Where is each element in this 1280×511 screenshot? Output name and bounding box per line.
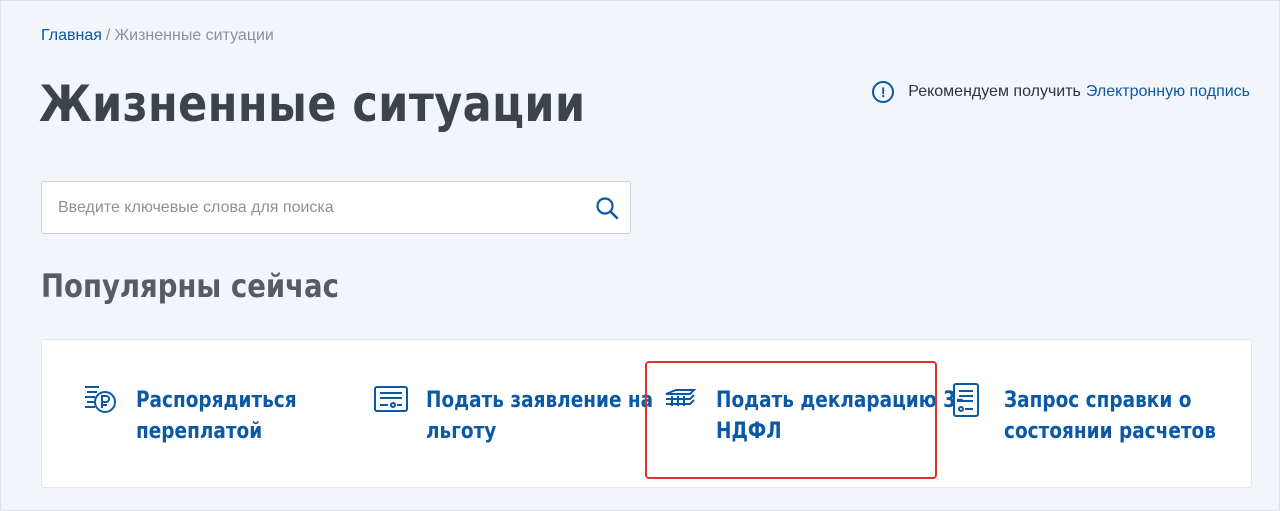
declaration-icon	[665, 389, 697, 406]
recommend-text: Рекомендуем получить	[908, 83, 1081, 100]
breadcrumb-home-link[interactable]: Главная	[41, 27, 102, 44]
electronic-signature-link[interactable]: Электронную подпись	[1086, 83, 1250, 101]
breadcrumb-separator: /	[105, 27, 111, 44]
info-icon: !	[872, 81, 895, 103]
card-label-line: НДФЛ	[716, 419, 782, 444]
card-label-line: Подать декларацию 3-	[716, 388, 964, 413]
search-box	[41, 181, 631, 234]
card-settlement-statement-label: Запрос справки о состоянии расчетов	[1004, 385, 1216, 447]
card-declaration-3ndfl[interactable]: Подать декларацию 3- НДФЛ	[662, 340, 964, 487]
card-label-line: льготу	[426, 419, 497, 444]
search-icon	[596, 196, 619, 219]
card-overpayment-label: Распорядиться переплатой	[136, 385, 297, 447]
card-label-line: Запрос справки о	[1004, 388, 1192, 413]
ruble-coins-icon	[85, 386, 116, 413]
card-label-line: Подать заявление на	[426, 388, 654, 413]
document-list-icon	[953, 383, 979, 417]
card-label-line: переплатой	[136, 419, 263, 444]
page-title: Жизненные ситуации	[39, 75, 586, 133]
application-form-icon	[374, 386, 408, 412]
card-overpayment[interactable]: Распорядиться переплатой	[82, 340, 362, 487]
card-label-line: состоянии расчетов	[1004, 419, 1216, 444]
breadcrumb-current: Жизненные ситуации	[114, 27, 274, 44]
recommend-notice: ! Рекомендуем получить Электронную подпи…	[872, 81, 1250, 103]
card-benefit-application[interactable]: Подать заявление на льготу	[372, 340, 662, 487]
card-benefit-application-label: Подать заявление на льготу	[426, 385, 653, 447]
popular-section-title: Популярны сейчас	[41, 267, 339, 305]
card-declaration-label: Подать декларацию 3- НДФЛ	[716, 385, 964, 447]
search-button[interactable]	[584, 182, 630, 233]
search-input[interactable]	[42, 182, 584, 233]
card-settlement-statement[interactable]: Запрос справки о состоянии расчетов	[950, 340, 1240, 487]
breadcrumb: Главная / Жизненные ситуации	[41, 27, 274, 45]
popular-cards: Распорядиться переплатой Подать заявлени…	[41, 339, 1252, 488]
card-label-line: Распорядиться	[136, 388, 297, 413]
